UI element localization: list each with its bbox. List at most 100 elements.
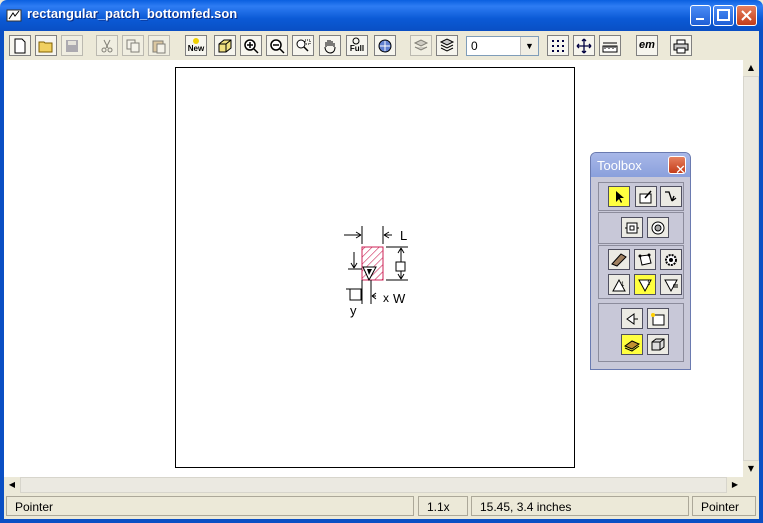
pan-hand-icon (324, 40, 336, 54)
sonnet-project-icon (6, 7, 22, 23)
open-folder-icon (38, 41, 53, 53)
reshape-tool[interactable] (660, 186, 682, 207)
metal-tool[interactable] (621, 334, 643, 355)
close-icon: ✕ (675, 162, 686, 177)
port-ref-tool[interactable] (660, 274, 682, 295)
toolbox-titlebar[interactable]: Toolbox ✕ (591, 153, 690, 177)
vertical-scrollbar[interactable]: ▲ ▼ (743, 60, 759, 477)
toolbox-close-button[interactable]: ✕ (668, 156, 686, 177)
minimize-button[interactable] (690, 5, 711, 26)
polygon-edit-icon (638, 253, 652, 266)
3d-view-button[interactable] (214, 35, 236, 56)
chevron-down-icon[interactable]: ▼ (520, 37, 538, 55)
scroll-corner (743, 477, 759, 493)
polygon-edit-tool[interactable] (634, 249, 656, 270)
vertical-scroll-thumb[interactable] (743, 76, 759, 461)
horizontal-scrollbar[interactable]: ◀ ▶ (4, 477, 743, 493)
cut-button[interactable] (96, 35, 118, 56)
zoom-out-button[interactable] (266, 35, 288, 56)
em-icon: em (639, 39, 655, 51)
stack-button[interactable] (436, 35, 458, 56)
polygon-tool[interactable] (608, 249, 630, 270)
dielectric-tool[interactable] (647, 334, 669, 355)
scroll-up-button[interactable]: ▲ (743, 60, 759, 76)
dim-label-W: W (393, 291, 406, 306)
dim-label-x: x (383, 291, 389, 305)
component-tool[interactable] (621, 217, 643, 238)
pointer-arrow-icon (616, 191, 624, 203)
edit-tool[interactable] (635, 186, 657, 207)
scroll-left-button[interactable]: ◀ (4, 477, 20, 493)
layers-icon (413, 39, 429, 51)
grid-icon (552, 40, 564, 52)
new-view-button[interactable]: New (185, 35, 207, 56)
3d-view-icon (218, 39, 232, 53)
port-reference-icon (664, 279, 678, 293)
close-icon (741, 10, 752, 21)
status-coordinates: 15.45, 3.4 inches (471, 496, 689, 516)
arrow-tool[interactable] (621, 308, 643, 329)
status-bar: Pointer 1.1x 15.45, 3.4 inches Pointer (4, 494, 759, 519)
window-title: rectangular_patch_bottomfed.son (27, 6, 238, 21)
circuit-layout: L W x y (344, 226, 408, 318)
scroll-right-button[interactable]: ▶ (727, 477, 743, 493)
move-button[interactable] (573, 35, 595, 56)
via-icon (651, 221, 665, 235)
zoom-in-icon (244, 39, 259, 54)
level-select[interactable]: 0 ▼ (466, 36, 539, 56)
pointer-tool[interactable] (608, 186, 630, 207)
print-button[interactable] (670, 35, 692, 56)
pan-button[interactable] (319, 35, 341, 56)
gear-tool[interactable] (660, 249, 682, 270)
toolbox-group-ports: 1 1 (598, 245, 684, 299)
title-bar: rectangular_patch_bottomfed.son (0, 0, 763, 31)
port-down-tool[interactable]: 1 (634, 274, 656, 295)
maximize-button[interactable] (713, 5, 734, 26)
minimize-icon (696, 18, 704, 20)
arrow-left-icon (626, 313, 638, 325)
status-mode: Pointer (6, 496, 414, 516)
window-frame-bottom (0, 519, 763, 523)
save-button[interactable] (61, 35, 83, 56)
dim-label-y: y (350, 303, 357, 318)
reshape-icon (665, 191, 677, 202)
paste-icon (152, 40, 166, 54)
new-view-label: New (187, 44, 205, 53)
patch-metal (361, 246, 384, 281)
em-button[interactable]: em (636, 35, 658, 56)
port-up-icon: 1 (612, 278, 626, 292)
scroll-down-button[interactable]: ▼ (743, 461, 759, 477)
print-icon (673, 39, 689, 54)
component-icon (625, 222, 639, 234)
via-tool[interactable] (647, 217, 669, 238)
center-view-icon (378, 39, 392, 53)
copy-button[interactable] (122, 35, 144, 56)
gear-icon (665, 254, 677, 266)
new-view-icon (193, 38, 199, 44)
zoom-rect-button[interactable] (292, 35, 314, 56)
zoom-in-button[interactable] (240, 35, 262, 56)
substrate-page[interactable]: L W x y (175, 67, 575, 468)
dim-label-L: L (400, 228, 407, 243)
horizontal-scroll-thumb[interactable] (20, 477, 727, 493)
center-view-button[interactable] (374, 35, 396, 56)
stack-icon (439, 38, 455, 52)
ruler-icon (602, 42, 618, 53)
new-file-button[interactable] (9, 35, 31, 56)
window-frame-right (759, 31, 763, 523)
grid-button[interactable] (547, 35, 569, 56)
close-button[interactable] (736, 5, 757, 26)
zoom-rect-icon (296, 39, 311, 52)
open-button[interactable] (35, 35, 57, 56)
ruler-button[interactable] (599, 35, 621, 56)
zoom-out-icon (270, 39, 285, 54)
dielectric-brick-icon (651, 338, 665, 351)
polygon-icon (611, 253, 627, 267)
port-tool[interactable]: 1 (608, 274, 630, 295)
box-tool[interactable] (647, 308, 669, 329)
layers-button[interactable] (410, 35, 432, 56)
zoom-full-button[interactable]: Full (346, 35, 368, 56)
toolbox-panel[interactable]: Toolbox ✕ 1 1 (590, 152, 691, 370)
toolbox-title: Toolbox (597, 158, 642, 173)
paste-button[interactable] (148, 35, 170, 56)
